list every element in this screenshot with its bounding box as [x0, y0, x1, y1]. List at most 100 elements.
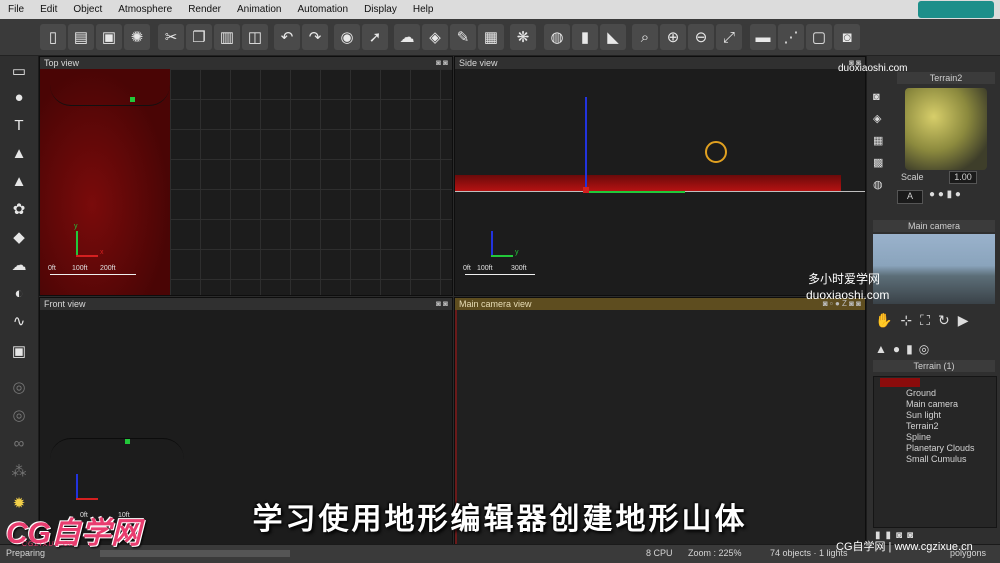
menu-display[interactable]: Display: [356, 4, 405, 15]
tree-item-small-cumulus[interactable]: Small Cumulus: [906, 454, 967, 464]
bars-icon[interactable]: ▮: [572, 24, 598, 50]
material-title: Terrain2: [897, 72, 995, 84]
menu-file[interactable]: File: [0, 4, 32, 15]
axis-x: [76, 255, 98, 257]
cpu-count: 8 CPU: [646, 548, 673, 558]
flip-icon[interactable]: ◣: [600, 24, 626, 50]
axis-x-label: x: [100, 249, 104, 256]
material-letter-button[interactable]: A: [897, 190, 923, 204]
menu-render[interactable]: Render: [180, 4, 229, 15]
sun-light-gizmo[interactable]: [705, 141, 727, 163]
graph-icon[interactable]: ▦: [478, 24, 504, 50]
palette-icon[interactable]: ❋: [510, 24, 536, 50]
plant-icon[interactable]: ✿: [6, 198, 32, 220]
camera-panel-title: Main camera: [873, 220, 995, 232]
scale-input[interactable]: 1.00: [949, 171, 977, 184]
tree-title: Terrain (1): [873, 360, 995, 372]
sphere-icon[interactable]: ●: [6, 86, 32, 108]
undo-icon[interactable]: ↶: [274, 24, 300, 50]
redo-icon[interactable]: ↷: [302, 24, 328, 50]
save-icon[interactable]: ▣: [96, 24, 122, 50]
object-toolbar: ▭ ● T ▲ ▲ ✿ ◆ ☁ ◐ ∿ ▣ ◎ ◎ ∞ ⁂ ✹: [0, 56, 39, 546]
atmosphere-icon[interactable]: ☁: [394, 24, 420, 50]
tree-item-ground[interactable]: Ground: [906, 388, 936, 398]
camera-axis-y: [585, 191, 685, 193]
new-icon[interactable]: ▯: [40, 24, 66, 50]
cg-logo-sub: CGZIXUE.CN: [22, 541, 76, 548]
material-preview[interactable]: [905, 88, 987, 170]
zoom-in-icon[interactable]: ⊕: [660, 24, 686, 50]
scale-bar: [465, 274, 535, 275]
camera-icon[interactable]: ◙: [834, 24, 860, 50]
rock-icon[interactable]: ◆: [6, 226, 32, 248]
main-toolbar: ▯ ▤ ▣ ✺ ✂ ❐ ▥ ◫ ↶ ↷ ◉ ➚ ☁ ◈ ✎ ▦ ❋ ◍ ▮ ◣ …: [0, 19, 1000, 56]
timeline-icon[interactable]: ⋰: [778, 24, 804, 50]
side-view-title: Side view: [455, 57, 865, 69]
side-viewport[interactable]: Side view ◙ ◙ y 0ft 100ft 300ft: [454, 56, 866, 296]
group-icon[interactable]: ⁂: [6, 460, 32, 482]
render-preview-icon[interactable]: ◍: [544, 24, 570, 50]
menu-animation[interactable]: Animation: [229, 4, 289, 15]
copy-icon[interactable]: ❐: [186, 24, 212, 50]
selection-point: [130, 97, 135, 102]
boolean-icon[interactable]: ◎: [6, 376, 32, 398]
menu-atmosphere[interactable]: Atmosphere: [110, 4, 180, 15]
footer-brand: CG自学网 | www.cgzixue.cn: [836, 541, 973, 553]
zoom-out-icon[interactable]: ⊖: [688, 24, 714, 50]
metaball-icon[interactable]: ∞: [6, 432, 32, 454]
tree-root[interactable]: [880, 378, 920, 387]
zoom-icon[interactable]: ⌕: [632, 24, 658, 50]
tree-item-spline[interactable]: Spline: [906, 432, 931, 442]
axis-y: [76, 231, 78, 257]
material-icon[interactable]: ◈: [422, 24, 448, 50]
menu-object[interactable]: Object: [65, 4, 110, 15]
edit-icon[interactable]: ✎: [450, 24, 476, 50]
camera-view-title: Main camera view: [455, 298, 865, 310]
terrain-icon[interactable]: ▲: [6, 142, 32, 164]
watermark-cn: 多小时爱学网: [808, 272, 881, 286]
scale-1: 100ft: [477, 265, 493, 272]
scale-0: 0ft: [463, 265, 471, 272]
side-axis-y: [491, 255, 513, 257]
panel-tools[interactable]: ◙ ◈ ▦ ▩ ◍: [873, 86, 889, 206]
plane-icon[interactable]: ▭: [6, 60, 32, 82]
tree-item-sun-light[interactable]: Sun light: [906, 410, 941, 420]
menu-edit[interactable]: Edit: [32, 4, 65, 15]
paste-icon[interactable]: ▥: [214, 24, 240, 50]
text-icon[interactable]: T: [6, 114, 32, 136]
spline-icon[interactable]: ∿: [6, 310, 32, 332]
menu-automation[interactable]: Automation: [289, 4, 356, 15]
frame-icon[interactable]: ▢: [806, 24, 832, 50]
planet-icon[interactable]: ◐: [6, 282, 32, 304]
video-subtitle: 学习使用地形编辑器创建地形山体: [252, 503, 748, 536]
object-type-tabs[interactable]: ▲●▮◎: [875, 342, 935, 356]
open-icon[interactable]: ▤: [68, 24, 94, 50]
tree-item-terrain2[interactable]: Terrain2: [906, 421, 939, 431]
spline-curve: [50, 85, 170, 106]
camera-tools[interactable]: ✋⊹⛶↻▶: [875, 312, 976, 329]
scale-2: 300ft: [511, 265, 527, 272]
viewport-menu-icon[interactable]: ◙ ◙: [436, 298, 448, 310]
top-viewport[interactable]: Top view ◙ ◙ y x 0ft 100ft 200ft: [39, 56, 453, 296]
move-icon[interactable]: ➚: [362, 24, 388, 50]
fit-icon[interactable]: ⤢: [716, 24, 742, 50]
viewport-menu-icon[interactable]: ◙ ◙: [436, 57, 448, 69]
render-icon[interactable]: ✺: [124, 24, 150, 50]
watermark-top: duoxiaoshi.com: [838, 63, 908, 74]
tree-item-main-camera[interactable]: Main camera: [906, 399, 958, 409]
material-options-icons[interactable]: ● ● ▮ ●: [929, 189, 961, 200]
cloud-icon[interactable]: ☁: [6, 254, 32, 276]
film-icon[interactable]: ▬: [750, 24, 776, 50]
boolean-alt-icon[interactable]: ◎: [6, 404, 32, 426]
tree-item-planetary-clouds[interactable]: Planetary Clouds: [906, 443, 975, 453]
top-view-title: Top view: [40, 57, 452, 69]
camera-preview[interactable]: [873, 234, 995, 304]
terrain-side: [455, 175, 841, 191]
duplicate-icon[interactable]: ◫: [242, 24, 268, 50]
menu-help[interactable]: Help: [405, 4, 442, 15]
cube-icon[interactable]: ▣: [6, 340, 32, 362]
terrain-alt-icon[interactable]: ▲: [6, 170, 32, 192]
cut-icon[interactable]: ✂: [158, 24, 184, 50]
select-icon[interactable]: ◉: [334, 24, 360, 50]
watermark-url: duoxiaoshi.com: [806, 288, 890, 302]
